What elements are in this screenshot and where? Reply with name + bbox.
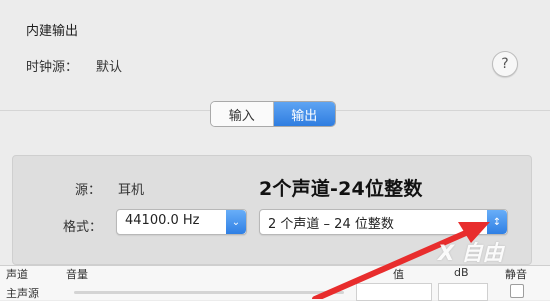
- sample-rate-value: 44100.0 Hz: [125, 213, 200, 228]
- channel-format-select[interactable]: 2 个声道 – 24 位整数 ↕: [259, 209, 508, 235]
- header-mute: 静音: [505, 268, 527, 281]
- source-label: 源：: [75, 183, 102, 198]
- format-label: 格式：: [63, 220, 103, 235]
- header-volume: 音量: [66, 268, 88, 281]
- help-icon: ?: [501, 56, 509, 72]
- annotation-text: 2个声道-24位整数: [259, 178, 423, 200]
- sample-rate-select[interactable]: 44100.0 Hz ⌄: [116, 209, 247, 235]
- volume-slider[interactable]: [74, 291, 344, 294]
- chevron-down-icon: ⌄: [226, 210, 246, 234]
- header-value: 值: [393, 268, 404, 281]
- tab-input[interactable]: 输入: [211, 102, 273, 126]
- section-title: 内建输出: [26, 24, 79, 39]
- tab-output[interactable]: 输出: [273, 102, 335, 126]
- watermark: X 自由: [438, 241, 504, 265]
- source-value: 耳机: [118, 183, 145, 198]
- header-db: dB: [454, 266, 469, 279]
- header-channel: 声道: [6, 268, 28, 281]
- db-field[interactable]: [438, 283, 488, 301]
- channel-format-value: 2 个声道 – 24 位整数: [268, 217, 394, 232]
- clock-source-value: 默认: [96, 60, 123, 75]
- clock-source-label: 时钟源：: [26, 60, 79, 75]
- top-panel: [0, 0, 550, 155]
- input-output-tabs: 输入 输出: [210, 101, 336, 127]
- mute-checkbox[interactable]: [510, 284, 524, 298]
- updown-stepper-icon: ↕: [487, 210, 507, 234]
- value-field[interactable]: [356, 283, 432, 301]
- help-button[interactable]: ?: [492, 51, 518, 77]
